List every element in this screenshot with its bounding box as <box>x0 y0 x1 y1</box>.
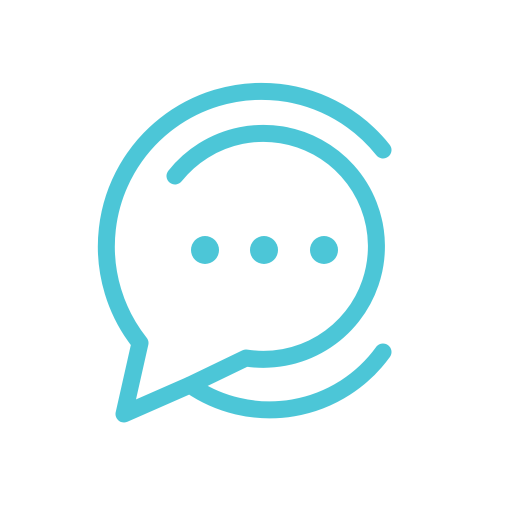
typing-dot-2 <box>250 236 278 264</box>
chat-bubble-logo-icon <box>97 82 392 423</box>
typing-dot-3 <box>310 236 338 264</box>
typing-indicator <box>191 236 338 264</box>
typing-dot-1 <box>191 236 219 264</box>
app-icon-canvas <box>0 0 512 512</box>
